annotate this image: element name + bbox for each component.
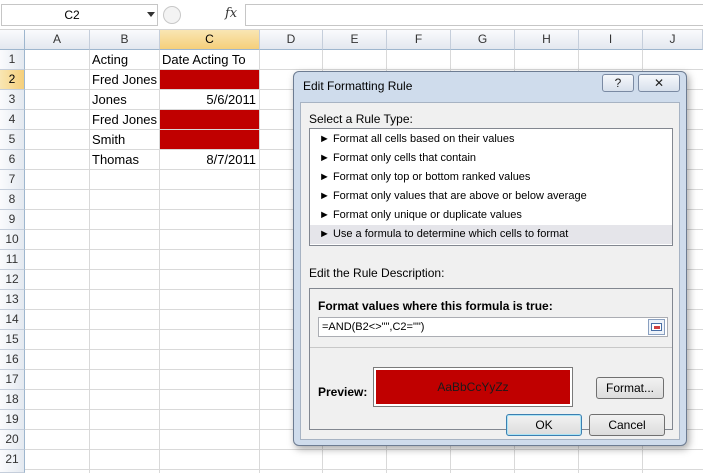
- row-header-21[interactable]: 21: [0, 450, 25, 473]
- select-rule-type-label: Select a Rule Type:: [309, 112, 413, 126]
- row-header-18[interactable]: 18: [0, 390, 25, 410]
- row-header-6[interactable]: 6: [0, 150, 25, 170]
- column-header-c[interactable]: C: [160, 30, 260, 50]
- row-header-14[interactable]: 14: [0, 310, 25, 330]
- formula-bar: C2 fx: [0, 0, 703, 30]
- rule-type-item-selected[interactable]: ► Use a formula to determine which cells…: [310, 225, 672, 244]
- rule-type-list[interactable]: ► Format all cells based on their values…: [309, 128, 673, 246]
- rule-type-item[interactable]: ► Format only top or bottom ranked value…: [310, 168, 672, 187]
- row-header-7[interactable]: 7: [0, 170, 25, 190]
- cell-b3[interactable]: Jones: [90, 90, 159, 109]
- preview-sample: AaBbCcYyZz: [376, 370, 570, 404]
- dialog-title: Edit Formatting Rule: [303, 79, 413, 93]
- column-header-e[interactable]: E: [323, 30, 387, 50]
- insert-function-icon[interactable]: fx: [225, 6, 237, 21]
- name-box[interactable]: C2: [1, 4, 158, 26]
- row-header-10[interactable]: 10: [0, 230, 25, 250]
- cell-b2[interactable]: Fred Jones: [90, 70, 159, 89]
- column-header-a[interactable]: A: [25, 30, 90, 50]
- row-header-12[interactable]: 12: [0, 270, 25, 290]
- cell-b1[interactable]: Acting: [90, 50, 159, 69]
- edit-rule-description-label: Edit the Rule Description:: [309, 266, 445, 280]
- formula-field-value: =AND(B2<>"",C2=""): [322, 321, 425, 333]
- resize-grip-icon[interactable]: [163, 6, 181, 24]
- format-button[interactable]: Format...: [596, 377, 664, 399]
- row-header-1[interactable]: 1: [0, 50, 25, 70]
- cell-b6[interactable]: Thomas: [90, 150, 159, 169]
- edit-formatting-rule-dialog: Edit Formatting Rule ? ✕ Select a Rule T…: [293, 71, 687, 446]
- cell-c2[interactable]: [160, 70, 259, 89]
- column-header-i[interactable]: I: [579, 30, 643, 50]
- formula-heading: Format values where this formula is true…: [318, 299, 553, 313]
- row-header-15[interactable]: 15: [0, 330, 25, 350]
- row-header-20[interactable]: 20: [0, 430, 25, 450]
- row-header-11[interactable]: 11: [0, 250, 25, 270]
- gridline: [259, 50, 260, 473]
- rule-type-item[interactable]: ► Format all cells based on their values: [310, 130, 672, 149]
- column-header-g[interactable]: G: [451, 30, 515, 50]
- rule-type-item[interactable]: ► Format only unique or duplicate values: [310, 206, 672, 225]
- name-box-value: C2: [64, 8, 80, 22]
- row-header-5[interactable]: 5: [0, 130, 25, 150]
- cancel-button[interactable]: Cancel: [589, 414, 665, 436]
- preview-box: AaBbCcYyZz: [373, 367, 573, 407]
- collapse-dialog-icon[interactable]: [648, 319, 665, 335]
- row-header-9[interactable]: 9: [0, 210, 25, 230]
- cell-c6[interactable]: 8/7/2011: [160, 150, 259, 169]
- column-header-d[interactable]: D: [260, 30, 323, 50]
- dialog-body: Select a Rule Type: ► Format all cells b…: [300, 102, 680, 440]
- row-header-2[interactable]: 2: [0, 70, 25, 90]
- cell-c1[interactable]: Date Acting To: [160, 50, 259, 69]
- cell-b5[interactable]: Smith: [90, 130, 159, 149]
- cell-c4[interactable]: [160, 110, 259, 129]
- formula-field[interactable]: =AND(B2<>"",C2=""): [318, 317, 668, 337]
- column-header-h[interactable]: H: [515, 30, 579, 50]
- cell-c5[interactable]: [160, 130, 259, 149]
- rule-description-panel: Format values where this formula is true…: [309, 288, 673, 430]
- row-header-19[interactable]: 19: [0, 410, 25, 430]
- divider: [310, 347, 672, 348]
- column-header-b[interactable]: B: [90, 30, 160, 50]
- preview-label: Preview:: [318, 385, 368, 399]
- close-button[interactable]: ✕: [638, 74, 680, 92]
- select-all-corner[interactable]: [0, 30, 25, 50]
- row-header-13[interactable]: 13: [0, 290, 25, 310]
- column-header-f[interactable]: F: [387, 30, 451, 50]
- formula-bar-controls: fx: [163, 4, 245, 26]
- cell-b4[interactable]: Fred Jones: [90, 110, 159, 129]
- ok-button[interactable]: OK: [506, 414, 582, 436]
- help-button[interactable]: ?: [602, 74, 634, 92]
- cell-c3[interactable]: 5/6/2011: [160, 90, 259, 109]
- row-header-16[interactable]: 16: [0, 350, 25, 370]
- row-header-17[interactable]: 17: [0, 370, 25, 390]
- chevron-down-icon[interactable]: [147, 12, 155, 17]
- formula-input[interactable]: [245, 4, 703, 26]
- column-header-j[interactable]: J: [643, 30, 703, 50]
- row-header-3[interactable]: 3: [0, 90, 25, 110]
- rule-type-item[interactable]: ► Format only values that are above or b…: [310, 187, 672, 206]
- row-header-4[interactable]: 4: [0, 110, 25, 130]
- rule-type-item[interactable]: ► Format only cells that contain: [310, 149, 672, 168]
- row-header-8[interactable]: 8: [0, 190, 25, 210]
